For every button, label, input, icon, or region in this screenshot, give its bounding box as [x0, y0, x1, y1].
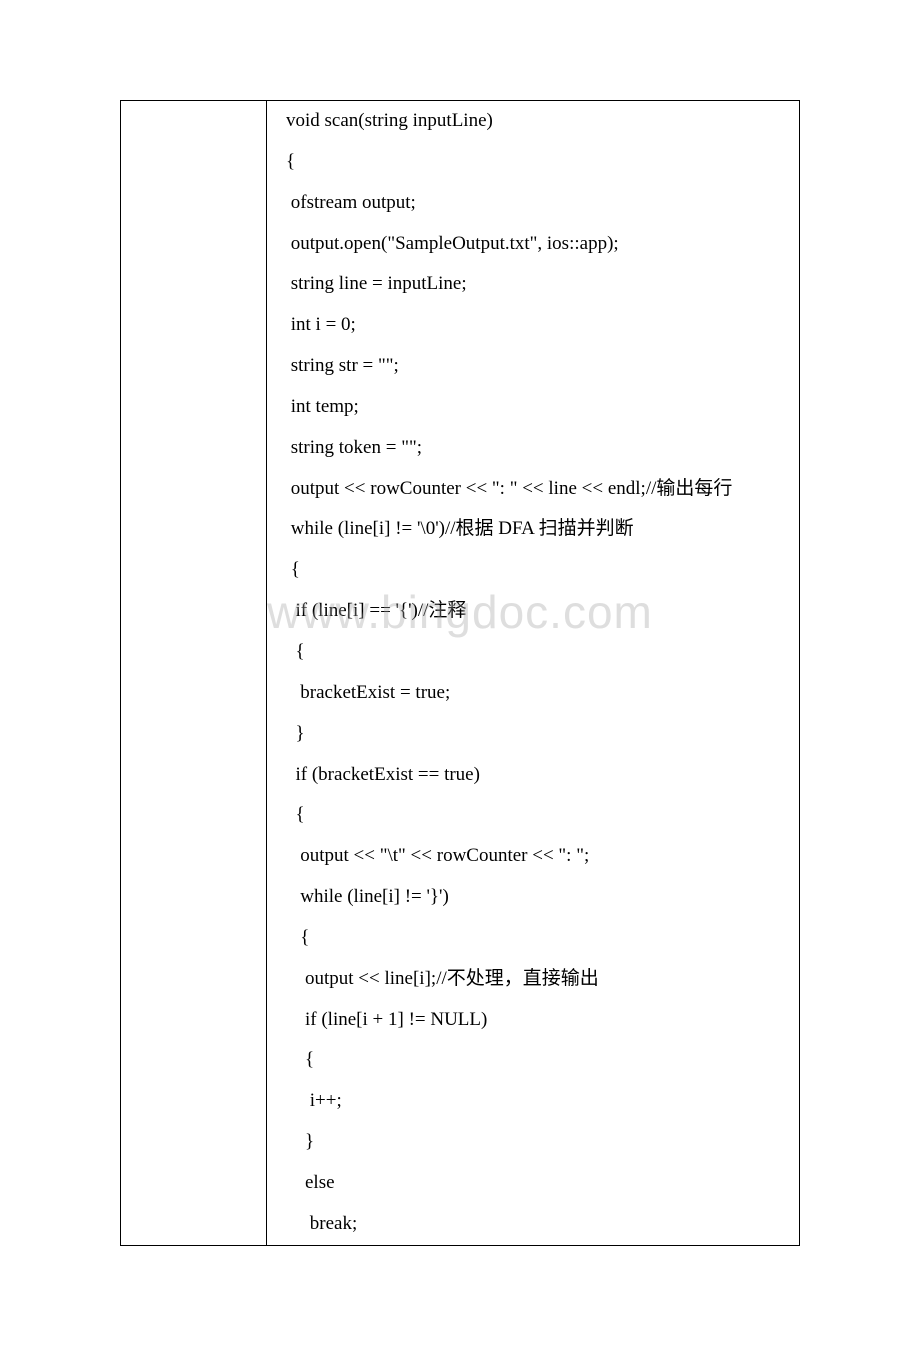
code-line: while (line[i] != '}') [267, 877, 799, 918]
code-line: { [267, 918, 799, 959]
document-page: void scan(string inputLine) { ofstream o… [0, 0, 920, 1346]
code-line: if (bracketExist == true) [267, 755, 799, 796]
code-line: void scan(string inputLine) [267, 101, 799, 142]
code-line: ofstream output; [267, 183, 799, 224]
code-line: else [267, 1163, 799, 1204]
code-line: output << "\t" << rowCounter << ": "; [267, 836, 799, 877]
code-line: { [267, 142, 799, 183]
code-line: while (line[i] != '\0')//根据 DFA 扫描并判断 [267, 509, 799, 550]
left-column-empty [121, 101, 267, 1246]
code-cell: void scan(string inputLine) { ofstream o… [267, 101, 800, 1246]
layout-table: void scan(string inputLine) { ofstream o… [120, 100, 800, 1246]
code-line: bracketExist = true; [267, 673, 799, 714]
code-line: int temp; [267, 387, 799, 428]
code-line: if (line[i + 1] != NULL) [267, 1000, 799, 1041]
code-line: string token = ""; [267, 428, 799, 469]
code-line: { [267, 632, 799, 673]
code-line: output << line[i];//不处理，直接输出 [267, 959, 799, 1000]
code-line: } [267, 1122, 799, 1163]
code-line: } [267, 714, 799, 755]
code-line: break; [267, 1204, 799, 1245]
code-line: output << rowCounter << ": " << line << … [267, 469, 799, 510]
code-line: int i = 0; [267, 305, 799, 346]
code-line: string line = inputLine; [267, 264, 799, 305]
code-line: { [267, 550, 799, 591]
code-line: { [267, 795, 799, 836]
code-line: { [267, 1040, 799, 1081]
code-line: output.open("SampleOutput.txt", ios::app… [267, 224, 799, 265]
code-line: string str = ""; [267, 346, 799, 387]
code-line: i++; [267, 1081, 799, 1122]
code-line: if (line[i] == '{')//注释 [267, 591, 799, 632]
